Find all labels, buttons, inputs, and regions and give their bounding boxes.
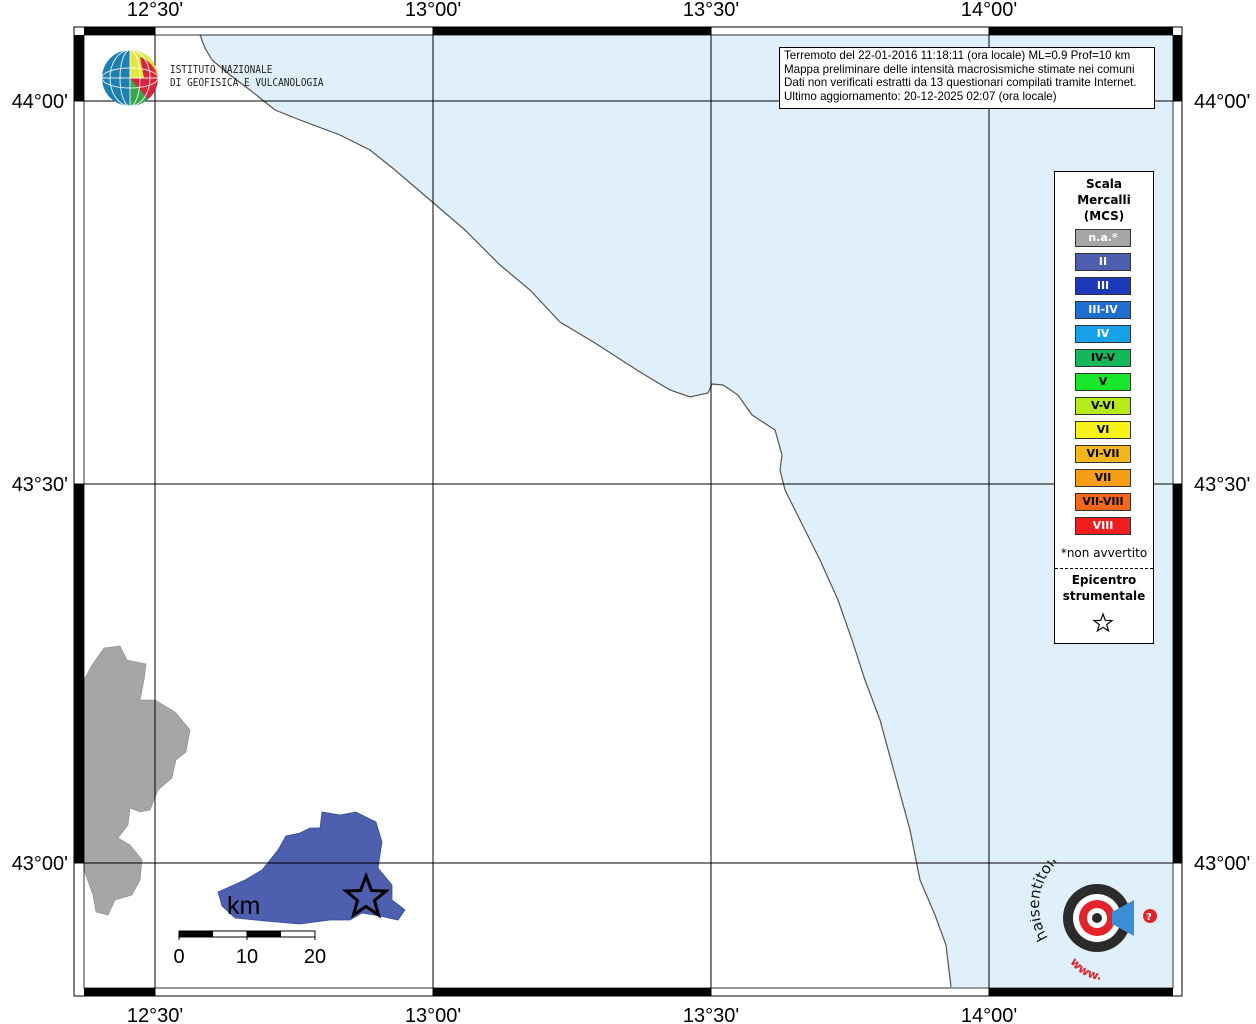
event-info-line: Terremoto del 22-01-2016 11:18:11 (ora l… xyxy=(784,49,1131,62)
ingv-logo-line1: ISTITUTO NAZIONALE xyxy=(170,64,273,76)
legend-title-line: Mercalli xyxy=(1077,193,1131,207)
lon-tick-top: 13°00' xyxy=(405,0,461,21)
lon-tick-bottom: 13°30' xyxy=(683,1005,739,1024)
event-info-line: Ultimo aggiornamento: 20-12-2025 02:07 (… xyxy=(784,89,1057,103)
legend-swatch: V xyxy=(1075,373,1131,391)
legend-title-line: (MCS) xyxy=(1083,209,1125,223)
legend-epicenter-star-icon xyxy=(1092,612,1114,633)
event-info-line: Mappa preliminare delle intensità macros… xyxy=(784,62,1135,76)
lat-tick-left: 43°00' xyxy=(12,853,68,875)
legend-swatch: VIII xyxy=(1075,517,1131,535)
scale-bar-label: 20 xyxy=(304,946,326,968)
legend-epicenter-line: Epicentro xyxy=(1071,573,1137,587)
legend-swatch: IV xyxy=(1075,325,1131,343)
legend-swatch: VII-VIII xyxy=(1075,493,1131,511)
ingv-logo-line2: DI GEOFISICA E VULCANOLOGIA xyxy=(170,77,324,89)
event-info-line: Dati non verificati estratti da 13 quest… xyxy=(784,76,1137,90)
haisentito-www-text: www. xyxy=(1067,955,1102,980)
svg-text:www.: www. xyxy=(1067,955,1102,980)
scale-bar-label: 0 xyxy=(173,946,184,968)
legend-swatch: VII xyxy=(1075,469,1131,487)
lat-tick-right: 43°00' xyxy=(1194,853,1250,875)
lon-tick-bottom: 12°30' xyxy=(127,1005,183,1024)
mcs-legend: Scala Mercalli (MCS) n.a.* II III III-IV IV I… xyxy=(1054,171,1154,644)
lat-tick-right: 44°00' xyxy=(1194,91,1250,113)
lon-tick-top: 13°30' xyxy=(683,0,739,21)
lat-tick-right: 43°30' xyxy=(1194,474,1250,496)
scale-bar-unit: km xyxy=(227,892,260,920)
lon-tick-bottom: 14°00' xyxy=(961,1005,1017,1024)
legend-swatch: n.a.* xyxy=(1075,229,1131,247)
lat-tick-left: 43°30' xyxy=(12,474,68,496)
ingv-logo-text: ISTITUTO NAZIONALE DI GEOFISICA E VULCAN… xyxy=(170,64,324,90)
legend-separator xyxy=(1055,568,1153,569)
lon-tick-top: 14°00' xyxy=(961,0,1017,21)
event-info-box: Terremoto del 22-01-2016 11:18:11 (ora l… xyxy=(779,47,1155,109)
lon-tick-bottom: 13°00' xyxy=(405,1005,461,1024)
legend-title-line: Scala xyxy=(1085,177,1123,191)
scale-bar-label: 10 xyxy=(236,946,258,968)
legend-footnote: *non avvertito xyxy=(1060,546,1148,560)
ingv-globe-icon xyxy=(101,49,159,107)
legend-swatch: III xyxy=(1075,277,1131,295)
legend-swatch: IV-V xyxy=(1075,349,1131,367)
legend-swatch: III-IV xyxy=(1075,301,1131,319)
lon-tick-top: 12°30' xyxy=(127,0,183,21)
haisentito-logo: ? haisentitoilterremoto.it www. xyxy=(1030,860,1157,980)
legend-swatch: II xyxy=(1075,253,1131,271)
legend-swatch: V-VI xyxy=(1075,397,1131,415)
legend-epicenter-line: strumentale xyxy=(1062,589,1146,603)
lat-tick-left: 44°00' xyxy=(12,91,68,113)
legend-swatch: VI xyxy=(1075,421,1131,439)
legend-swatch: VI-VII xyxy=(1075,445,1131,463)
svg-text:?: ? xyxy=(1146,912,1152,923)
